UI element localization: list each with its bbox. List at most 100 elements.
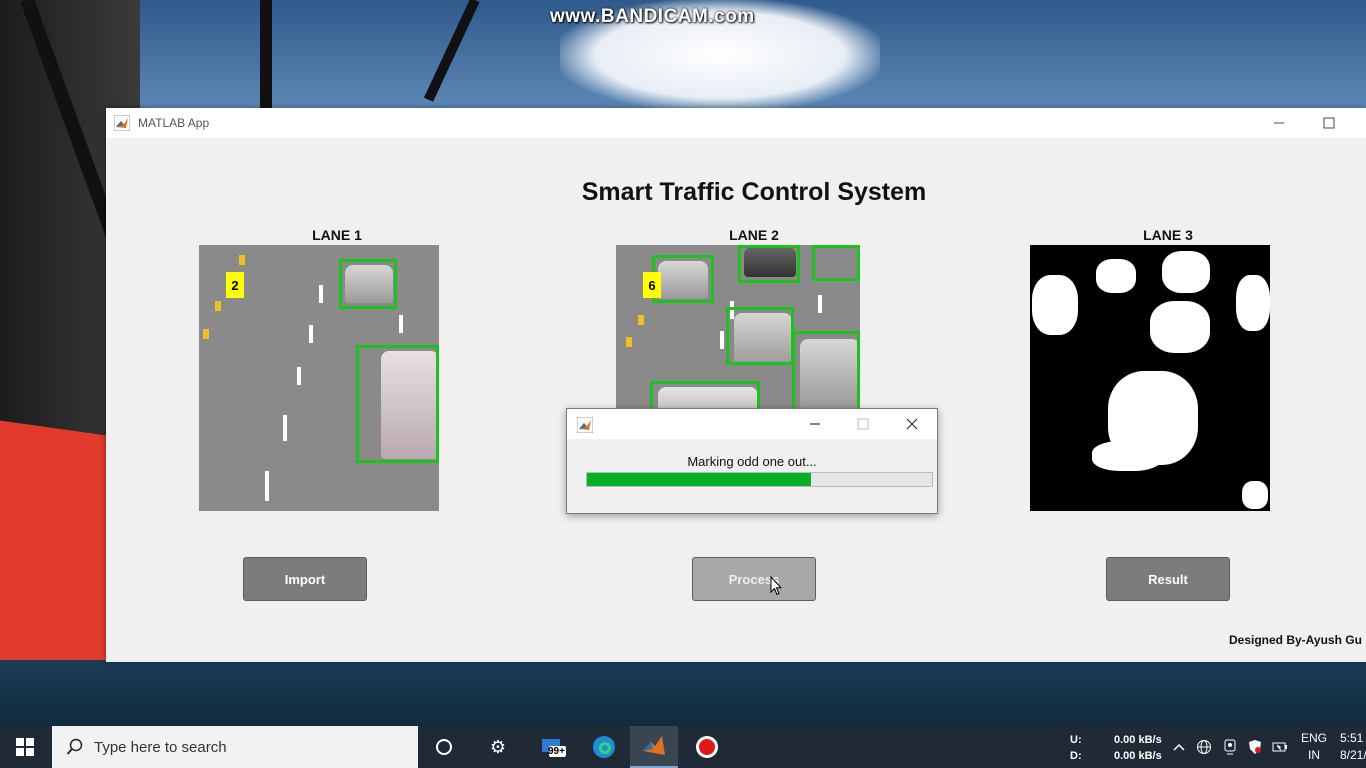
shield-icon: [1249, 740, 1261, 754]
windows-taskbar: Type here to search ⚙ 99+ U: D: 0.00 kB/…: [0, 726, 1366, 768]
road-marking: [818, 295, 822, 313]
window-title: MATLAB App: [138, 116, 210, 130]
vehicle-bounding-box: [339, 259, 397, 309]
road-marking: [215, 301, 221, 311]
result-button[interactable]: Result: [1106, 557, 1230, 601]
foreground-blob: [1092, 441, 1162, 471]
search-placeholder: Type here to search: [94, 738, 227, 756]
mail-badge: 99+: [548, 746, 565, 757]
mail-taskbar-button[interactable]: 99+: [530, 726, 578, 768]
gear-icon: ⚙: [489, 736, 507, 757]
record-icon: [696, 736, 718, 758]
taskbar-clock[interactable]: 5:51 8/21/: [1340, 730, 1366, 764]
designer-credit: Designed By-Ayush Gu: [1229, 633, 1362, 647]
foreground-blob: [1150, 301, 1210, 353]
matlab-taskbar-button[interactable]: [630, 726, 678, 768]
foreground-blob: [1236, 275, 1270, 331]
input-language-indicator[interactable]: ENG IN: [1299, 730, 1329, 764]
mouse-cursor-icon: [770, 576, 782, 596]
taskbar-search-box[interactable]: Type here to search: [52, 726, 418, 768]
recorder-watermark: www.BANDICAM.com: [550, 6, 755, 27]
road-marking: [720, 331, 724, 349]
tray-network-globe[interactable]: [1192, 726, 1216, 768]
road-marking: [283, 415, 287, 441]
minimize-icon: [810, 423, 820, 425]
road-marking: [297, 367, 301, 385]
road-marking: [309, 325, 313, 343]
vehicle-bounding-box: [792, 331, 860, 411]
search-icon: [66, 738, 83, 755]
foreground-blob: [1242, 481, 1268, 509]
road-marking: [239, 255, 245, 265]
app-heading: Smart Traffic Control System: [581, 178, 927, 206]
dialog-close-button[interactable]: [889, 409, 935, 439]
battery-plug-icon: [1272, 742, 1287, 752]
lane-1-label: LANE 1: [312, 227, 362, 243]
vehicle-bounding-box: [356, 345, 439, 463]
window-titlebar[interactable]: MATLAB App: [106, 108, 1366, 138]
dialog-minimize-button[interactable]: [792, 409, 838, 439]
network-speed-meter: U: D: 0.00 kB/s 0.00 kB/s: [1070, 732, 1162, 764]
vehicle-bounding-box: [726, 307, 794, 365]
windows-logo-icon: [16, 738, 34, 756]
maximize-icon: [857, 418, 869, 430]
globe-icon: [1197, 740, 1211, 754]
cortana-circle-icon: [436, 739, 452, 755]
edge-taskbar-button[interactable]: [580, 726, 628, 768]
tray-security[interactable]: [1243, 726, 1267, 768]
show-hidden-icons-button[interactable]: [1167, 726, 1191, 768]
clock-date: 8/21/: [1340, 748, 1366, 762]
download-value: 0.00 kB/s: [1114, 750, 1162, 762]
lane-2-vehicle-count: 6: [643, 272, 661, 298]
chevron-up-icon: [1173, 743, 1185, 751]
foreground-blob: [1162, 251, 1210, 293]
minimize-icon: [1274, 122, 1284, 124]
vehicle-bounding-box: [738, 245, 800, 283]
tray-power[interactable]: [1268, 726, 1292, 768]
progress-bar: [586, 472, 933, 487]
language-code: ENG: [1300, 731, 1327, 745]
maximize-icon: [1323, 117, 1335, 129]
upload-value: 0.00 kB/s: [1114, 734, 1162, 746]
minimize-button[interactable]: [1256, 108, 1302, 138]
dialog-maximize-button: [840, 409, 886, 439]
webcam-icon: [1224, 739, 1236, 755]
progress-message: Marking odd one out...: [687, 454, 817, 469]
road-marking: [319, 285, 323, 303]
road-marking: [203, 329, 209, 339]
road-marking: [626, 337, 632, 347]
matlab-icon: [643, 736, 665, 755]
close-icon: [906, 418, 918, 430]
wallpaper-lower-wing: [0, 660, 1366, 730]
cortana-button[interactable]: [420, 726, 468, 768]
lane-1-image: 2: [199, 245, 439, 511]
region-code: IN: [1308, 748, 1320, 762]
settings-taskbar-button[interactable]: ⚙: [474, 726, 522, 768]
matlab-app-window: MATLAB App Smart Traffic Control System …: [106, 108, 1366, 662]
download-label: D:: [1070, 750, 1082, 762]
progress-dialog: Marking odd one out...: [566, 408, 938, 514]
vehicle-bounding-box: [812, 245, 860, 281]
dialog-titlebar[interactable]: [567, 409, 937, 439]
progress-bar-fill: [587, 473, 812, 486]
wallpaper-strut: [260, 0, 272, 120]
foreground-blob: [1096, 259, 1136, 293]
lane-3-binary-image: [1030, 245, 1270, 511]
matlab-icon: [114, 115, 130, 131]
tray-webcam[interactable]: [1218, 726, 1242, 768]
process-button[interactable]: Process: [692, 557, 816, 601]
road-marking: [265, 471, 269, 501]
lane-3-label: LANE 3: [1143, 227, 1193, 243]
maximize-button[interactable]: [1306, 108, 1352, 138]
clock-time: 5:51: [1340, 731, 1364, 745]
bandicam-taskbar-button[interactable]: [683, 726, 731, 768]
vehicle-bounding-box: [652, 255, 714, 303]
matlab-icon: [577, 417, 593, 433]
import-button[interactable]: Import: [243, 557, 367, 601]
start-button[interactable]: [0, 726, 50, 768]
lane-1-vehicle-count: 2: [226, 272, 244, 298]
road-marking: [638, 315, 644, 325]
edge-browser-icon: [593, 736, 615, 758]
lane-2-label: LANE 2: [729, 227, 779, 243]
upload-label: U:: [1070, 734, 1082, 746]
